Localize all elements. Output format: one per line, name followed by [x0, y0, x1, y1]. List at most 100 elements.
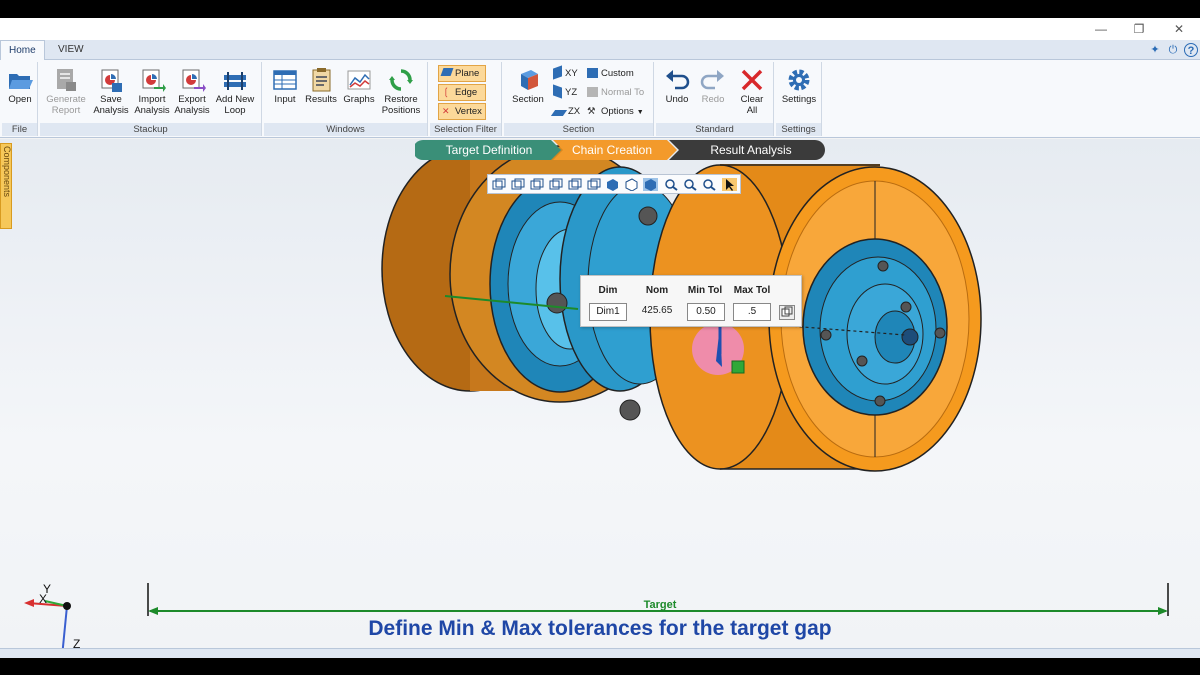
plane-icon	[440, 68, 454, 76]
select-pointer-icon[interactable]	[722, 178, 737, 191]
view-iso-active-icon[interactable]	[643, 178, 658, 191]
min-tol-input[interactable]: 0.50	[687, 303, 725, 321]
redo-icon	[700, 70, 724, 90]
header-max-tol: Max Tol	[733, 285, 771, 296]
zx-plane-icon	[550, 110, 568, 116]
restore-button[interactable]: ❐	[1124, 20, 1154, 38]
section-xy-button[interactable]: XY	[550, 65, 578, 82]
tools-icon: ⚒	[587, 106, 596, 117]
green-marker	[731, 360, 745, 374]
view-toolbar	[487, 174, 741, 194]
tab-view[interactable]: VIEW	[50, 40, 92, 60]
results-button[interactable]: Results	[304, 64, 338, 122]
generate-report-button[interactable]: Generate Report	[44, 64, 88, 122]
edge-icon: ❲	[442, 87, 451, 98]
section-yz-button[interactable]: YZ	[550, 84, 577, 101]
group-label-stackup: Stackup	[40, 123, 261, 136]
group-standard: Undo Redo Clear All Standard	[656, 62, 774, 136]
group-label-selection-filter: Selection Filter	[430, 123, 501, 136]
bolt-hole	[900, 301, 912, 313]
bolt-hole	[546, 292, 568, 314]
z-axis	[61, 605, 68, 648]
minimize-button[interactable]: —	[1086, 20, 1116, 38]
view-right-icon[interactable]	[548, 178, 563, 191]
axis-origin	[63, 602, 71, 610]
save-analysis-button[interactable]: Save Analysis	[92, 64, 130, 122]
app-frame: — ❐ ✕ Home VIEW ✦ ⏻ ? Open File Generate…	[0, 0, 1200, 675]
step-chain-creation[interactable]: Chain Creation	[560, 140, 664, 160]
import-analysis-button[interactable]: Import Analysis	[132, 64, 172, 122]
dim-name-field[interactable]: Dim1	[589, 303, 627, 321]
folder-open-icon	[9, 74, 33, 89]
step-target-definition[interactable]: Target Definition	[420, 140, 558, 160]
save-analysis-icon	[101, 69, 122, 92]
filter-plane-button[interactable]: Plane	[438, 65, 486, 82]
view-iso-shaded-icon[interactable]	[605, 178, 620, 191]
puzzle-icon[interactable]: ✦	[1148, 43, 1162, 57]
copy-icon[interactable]	[779, 305, 795, 320]
group-label-settings: Settings	[776, 123, 821, 136]
view-iso-wire-icon[interactable]	[624, 178, 639, 191]
gear-icon	[788, 69, 810, 91]
header-nom: Nom	[645, 285, 669, 296]
normal-to-icon	[587, 87, 598, 97]
restore-positions-button[interactable]: Restore Positions	[378, 64, 424, 122]
import-analysis-icon	[142, 69, 166, 92]
bolt-hole	[877, 260, 889, 272]
max-tol-input[interactable]: .5	[733, 303, 771, 321]
section-button[interactable]: Section	[508, 64, 548, 122]
group-label-section: Section	[504, 123, 653, 136]
help-icon[interactable]: ?	[1184, 43, 1198, 57]
tab-home[interactable]: Home	[0, 40, 45, 60]
group-section: Section XY YZ ZX Custom Normal To ⚒ Optio…	[504, 62, 654, 136]
view-left-icon[interactable]	[529, 178, 544, 191]
section-custom-button[interactable]: Custom	[584, 65, 634, 82]
normal-to-button[interactable]: Normal To	[584, 84, 644, 101]
section-options-button[interactable]: ⚒ Options ▼	[584, 103, 644, 120]
view-bottom-icon[interactable]	[586, 178, 601, 191]
bolt-hole	[619, 399, 641, 421]
zoom-in-icon[interactable]	[683, 178, 698, 191]
add-new-loop-button[interactable]: Add New Loop	[212, 64, 258, 122]
yz-plane-icon	[553, 84, 562, 99]
filter-vertex-button[interactable]: ✕ Vertex	[438, 103, 486, 120]
group-label-file: File	[2, 123, 37, 136]
open-button[interactable]: Open	[3, 64, 37, 122]
bolt-hole	[856, 355, 868, 367]
bolt-hole	[934, 327, 946, 339]
view-back-icon[interactable]	[510, 178, 525, 191]
step-result-analysis[interactable]: Result Analysis	[676, 140, 826, 160]
filter-edge-button[interactable]: ❲ Edge	[438, 84, 486, 101]
xy-plane-icon	[553, 65, 562, 80]
close-button[interactable]: ✕	[1164, 20, 1194, 38]
chevron-down-icon: ▼	[636, 109, 644, 116]
axle-end	[901, 328, 919, 346]
view-front-icon[interactable]	[491, 178, 506, 191]
vertex-icon: ✕	[442, 106, 450, 116]
graphs-button[interactable]: Graphs	[342, 64, 376, 122]
power-icon[interactable]: ⏻	[1166, 43, 1180, 57]
export-analysis-button[interactable]: Export Analysis	[172, 64, 212, 122]
input-button[interactable]: Input	[268, 64, 302, 122]
clear-all-button[interactable]: Clear All	[734, 64, 770, 122]
nominal-value: 425.65	[641, 305, 673, 316]
axis-z-label: Z	[73, 637, 81, 648]
section-zx-button[interactable]: ZX	[550, 103, 580, 120]
redo-button[interactable]: Redo	[696, 64, 730, 122]
copy-glyph-icon	[781, 306, 793, 317]
application-window: — ❐ ✕ Home VIEW ✦ ⏻ ? Open File Generate…	[0, 18, 1200, 658]
zoom-fit-icon[interactable]	[664, 178, 679, 191]
section-cube-icon	[521, 70, 538, 90]
menu-tab-row: Home VIEW ✦ ⏻ ?	[0, 40, 1200, 60]
view-top-icon[interactable]	[567, 178, 582, 191]
3d-viewport[interactable]: Components Target Definition Chain Creat…	[0, 139, 1200, 648]
assembly-model[interactable]	[0, 139, 1200, 648]
clipboard-results-icon	[312, 68, 331, 92]
zoom-out-icon[interactable]	[702, 178, 717, 191]
tolerance-panel: Dim Nom Min Tol Max Tol Dim1 425.65 0.50…	[580, 275, 802, 327]
table-input-icon	[273, 70, 297, 90]
group-label-standard: Standard	[656, 123, 773, 136]
settings-button[interactable]: Settings	[778, 64, 820, 122]
loop-icon	[224, 72, 246, 90]
undo-button[interactable]: Undo	[660, 64, 694, 122]
